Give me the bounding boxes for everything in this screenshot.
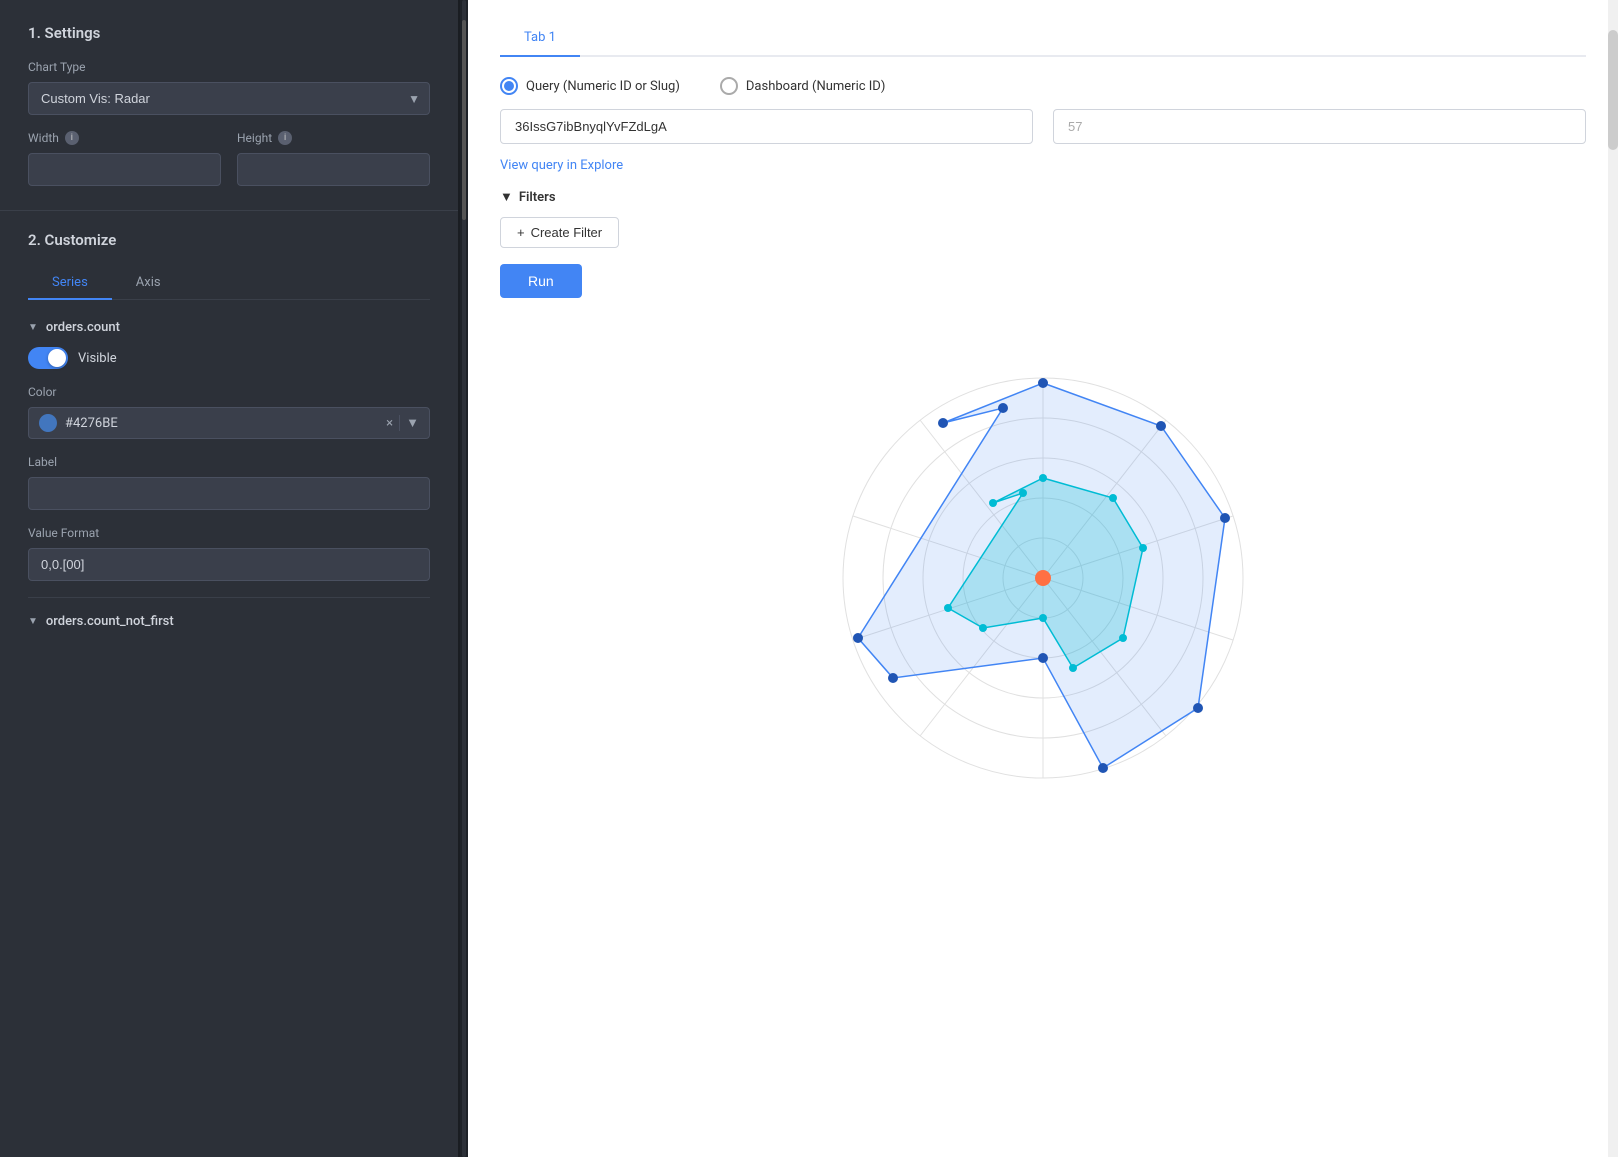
dashboard-numeric-option[interactable]: Dashboard (Numeric ID)	[720, 77, 885, 95]
customize-section: 2. Customize Series Axis ▼ orders.count …	[0, 211, 458, 649]
filters-chevron-icon: ▼	[500, 189, 513, 205]
chart-type-select[interactable]: Custom Vis: Radar	[28, 82, 430, 115]
filters-label: Filters	[519, 190, 556, 205]
right-scrollbar[interactable]	[1608, 0, 1618, 1157]
label-input[interactable]	[28, 477, 430, 510]
radar-grid	[843, 378, 1243, 778]
dashboard-id-input[interactable]	[1053, 109, 1586, 144]
top-tab-1[interactable]: Tab 1	[500, 20, 580, 57]
top-tab-bar: Tab 1	[500, 20, 1586, 57]
chart-type-label: Chart Type	[28, 60, 430, 74]
query-numeric-label: Query (Numeric ID or Slug)	[526, 79, 680, 94]
left-panel: 1. Settings Chart Type Custom Vis: Radar…	[0, 0, 460, 1157]
query-id-input[interactable]	[500, 109, 1033, 144]
width-field: Width i	[28, 131, 221, 186]
create-filter-button[interactable]: + Create Filter	[500, 217, 619, 248]
query-radio-inner	[504, 81, 514, 91]
visible-toggle[interactable]	[28, 347, 68, 369]
radar-chart	[753, 328, 1333, 828]
series-chevron-icon: ▼	[28, 322, 38, 333]
series-orders-count: ▼ orders.count Visible Color #4276BE ×	[28, 320, 430, 581]
right-panel-inner: Tab 1 Query (Numeric ID or Slug) Dashboa…	[468, 0, 1618, 880]
visible-row: Visible	[28, 347, 430, 369]
tab-series[interactable]: Series	[28, 267, 112, 300]
settings-section: 1. Settings Chart Type Custom Vis: Radar…	[0, 0, 458, 211]
color-field-row: Color #4276BE × ▼	[28, 385, 430, 439]
view-query-link[interactable]: View query in Explore	[500, 158, 623, 173]
color-value: #4276BE	[65, 416, 378, 431]
series-not-first-chevron-icon: ▼	[28, 616, 38, 627]
width-info-icon[interactable]: i	[65, 131, 79, 145]
right-scroll-thumb[interactable]	[1608, 30, 1618, 150]
color-swatch	[39, 414, 57, 432]
color-label: Color	[28, 385, 430, 399]
height-info-icon[interactable]: i	[278, 131, 292, 145]
series-not-first-name: orders.count_not_first	[46, 614, 174, 629]
value-format-field: Value Format	[28, 526, 430, 581]
query-options-row: Query (Numeric ID or Slug) Dashboard (Nu…	[500, 77, 1586, 95]
filters-header[interactable]: ▼ Filters	[500, 189, 1586, 205]
scroll-thumb[interactable]	[462, 20, 466, 220]
height-field: Height i	[237, 131, 430, 186]
tab-axis[interactable]: Axis	[112, 267, 185, 300]
series-orders-count-name: orders.count	[46, 320, 120, 335]
right-panel: Tab 1 Query (Numeric ID or Slug) Dashboa…	[468, 0, 1618, 1157]
height-input[interactable]	[237, 153, 430, 186]
series-orders-count-not-first[interactable]: ▼ orders.count_not_first	[28, 597, 430, 629]
color-clear-icon[interactable]: ×	[386, 416, 393, 431]
customize-title: 2. Customize	[28, 231, 430, 249]
filters-section: ▼ Filters + Create Filter	[500, 189, 1586, 248]
dashboard-numeric-label: Dashboard (Numeric ID)	[746, 79, 885, 94]
run-button[interactable]: Run	[500, 264, 582, 298]
query-numeric-option[interactable]: Query (Numeric ID or Slug)	[500, 77, 680, 95]
color-actions: × ▼	[386, 415, 419, 431]
series-orders-count-header[interactable]: ▼ orders.count	[28, 320, 430, 335]
label-field-label: Label	[28, 455, 430, 469]
query-inputs-row	[500, 109, 1586, 144]
color-picker-box[interactable]: #4276BE × ▼	[28, 407, 430, 439]
settings-title: 1. Settings	[28, 24, 430, 42]
chart-container	[500, 318, 1586, 848]
create-filter-plus-icon: +	[517, 225, 525, 240]
customize-tabs: Series Axis	[28, 267, 430, 300]
dashboard-radio-outer[interactable]	[720, 77, 738, 95]
width-input[interactable]	[28, 153, 221, 186]
dimension-row: Width i Height i	[28, 131, 430, 186]
chart-type-select-wrapper: Custom Vis: Radar ▼	[28, 82, 430, 115]
label-field: Label	[28, 455, 430, 510]
color-dropdown-icon[interactable]: ▼	[406, 415, 419, 431]
color-divider	[399, 415, 400, 431]
create-filter-label: Create Filter	[531, 225, 603, 240]
scroll-divider	[460, 0, 468, 1157]
value-format-input[interactable]	[28, 548, 430, 581]
visible-label: Visible	[78, 351, 117, 366]
scroll-track	[462, 0, 466, 1157]
query-radio-outer[interactable]	[500, 77, 518, 95]
value-format-label: Value Format	[28, 526, 430, 540]
